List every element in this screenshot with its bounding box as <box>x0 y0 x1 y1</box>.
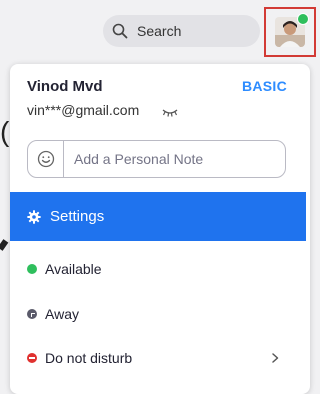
user-email: vin***@gmail.com <box>27 102 140 118</box>
status-dnd-label: Do not disturb <box>45 350 133 366</box>
user-name: Vinod Mvd <box>27 78 103 95</box>
plan-badge[interactable]: BASIC <box>242 78 287 94</box>
status-available-item[interactable]: Available <box>10 248 306 290</box>
settings-label: Settings <box>50 208 105 225</box>
background-glyph: ( <box>0 116 10 147</box>
personal-note-field <box>27 140 286 178</box>
search-icon <box>112 23 128 39</box>
status-away-item[interactable]: Away <box>10 293 306 335</box>
settings-menu-item[interactable]: Settings <box>10 192 306 241</box>
hidden-eye-icon[interactable] <box>161 106 179 118</box>
emoji-button[interactable] <box>28 141 64 177</box>
personal-note-input[interactable] <box>64 141 285 177</box>
search-button[interactable]: Search <box>103 15 260 47</box>
profile-menu: Vinod Mvd BASIC vin***@gmail.com Add a P… <box>10 64 310 394</box>
clock-icon <box>27 309 37 319</box>
chevron-right-icon <box>272 353 279 363</box>
presence-indicator <box>297 13 309 25</box>
gear-icon <box>27 209 41 224</box>
status-available-dot-icon <box>27 264 37 274</box>
status-dnd-item[interactable]: Do not disturb <box>10 337 306 379</box>
smiley-icon <box>37 150 54 168</box>
status-available-label: Available <box>45 261 102 277</box>
dnd-icon <box>27 353 37 363</box>
search-label: Search <box>137 23 182 39</box>
background-pen-icon <box>0 239 9 251</box>
profile-avatar-button[interactable] <box>264 7 316 57</box>
status-away-label: Away <box>45 306 79 322</box>
